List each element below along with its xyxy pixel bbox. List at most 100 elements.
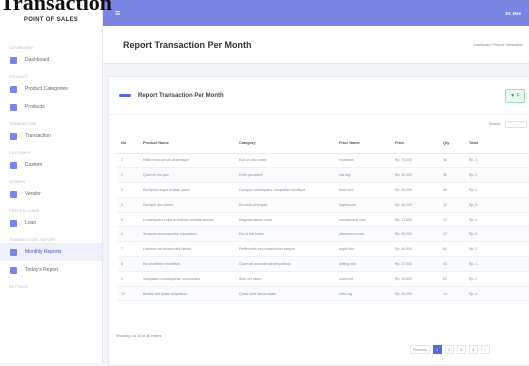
menu-item-icon bbox=[10, 85, 17, 93]
table-header-row: No Product Name Category Price Name Price Qty… bbox=[117, 133, 529, 154]
sidebar-item-custom[interactable]: Custom bbox=[0, 156, 102, 174]
sidebar: POINT OF SALES DASHBOARD Dashboard PRODUCT… bbox=[0, 0, 103, 363]
table-row: 5 Consequatur culpa architecto veritatis … bbox=[117, 212, 529, 228]
table-cell: Laborum ab consecuitur labore bbox=[139, 241, 235, 258]
menu-item-icon bbox=[10, 161, 17, 169]
topbar: ≡ Dr. Dee bbox=[103, 0, 529, 26]
sidebar-item-product-categories[interactable]: Product Categories bbox=[0, 80, 102, 98]
table-cell: rosini.net bbox=[335, 271, 391, 287]
table-cell: Voluptates consequuntur consectetur bbox=[139, 271, 235, 287]
table-cell: Excepturi neque beatae ipsam bbox=[139, 182, 235, 198]
menu-item-icon bbox=[10, 103, 17, 111]
overlay-title: Transaction bbox=[0, 0, 113, 15]
user-menu[interactable]: Dr. Dee bbox=[505, 11, 521, 16]
column-header[interactable]: Price Name bbox=[335, 133, 391, 154]
table-cell: nitra.org bbox=[335, 286, 391, 302]
sidebar-item-products[interactable]: Products bbox=[0, 98, 102, 116]
filter-button[interactable]: ▼ F bbox=[505, 89, 525, 103]
table-cell: Est ut nisi totam bbox=[235, 226, 335, 243]
menu-toggle-icon[interactable]: ≡ bbox=[115, 8, 120, 18]
table-cell: 63 bbox=[439, 241, 465, 258]
sidebar-item-monthly-reports[interactable]: Monthly Reports bbox=[0, 243, 102, 261]
table-cell: Rp. 27.000 bbox=[391, 256, 439, 272]
table-cell: Enim provident bbox=[235, 167, 335, 184]
table-cell: 5 bbox=[117, 212, 139, 228]
menu-item-icon bbox=[10, 266, 17, 274]
table-cell: Eos ut iusto totam bbox=[235, 153, 335, 169]
sidebar-item-todays-report[interactable]: Today's Report bbox=[0, 261, 102, 279]
card-header: Report Transaction Per Month ▼ F bbox=[109, 77, 529, 115]
column-header[interactable]: Qty bbox=[439, 133, 465, 154]
table-cell: 12 bbox=[439, 226, 465, 243]
table-cell: Cumque consequatur voluptatum similique bbox=[235, 182, 335, 198]
table-cell: 3 bbox=[117, 182, 139, 198]
sidebar-item-vendor[interactable]: Vendor bbox=[0, 185, 102, 203]
sidebar-item-label: Product Categories bbox=[25, 86, 68, 92]
page-title: Report Transaction Per Month bbox=[123, 39, 252, 50]
column-header[interactable]: Total bbox=[465, 133, 529, 154]
pagination-page[interactable]: 2 bbox=[444, 345, 454, 354]
table-cell: Cumque quo rerum bbox=[139, 197, 235, 213]
column-header[interactable]: Price bbox=[391, 133, 439, 154]
table-cell: Rp. 30.000 bbox=[391, 226, 439, 243]
column-header[interactable]: No bbox=[117, 133, 139, 154]
sidebar-section-label: SETTINGS bbox=[9, 285, 29, 289]
pagination-page[interactable]: 3 bbox=[456, 345, 466, 354]
table-cell: Rp. 1 bbox=[465, 167, 529, 184]
table-cell: 8 bbox=[117, 256, 139, 272]
table-cell: Quam in est quo bbox=[139, 167, 235, 184]
table-row: 1 Hatit minus ipsum ut similique Eos ut iu… bbox=[117, 153, 529, 169]
pagination-page[interactable]: 1 bbox=[432, 345, 442, 354]
table-cell: nisi.org bbox=[335, 167, 391, 184]
card-title: Report Transaction Per Month bbox=[138, 92, 224, 99]
sidebar-item-dashboard[interactable]: Dashboard bbox=[0, 51, 102, 69]
table-row: 10 Beatae aut quasi voluptatum Quasi sunt … bbox=[117, 286, 529, 302]
menu-item-icon bbox=[10, 219, 17, 227]
sidebar-item-label: Loan bbox=[25, 220, 37, 226]
column-header[interactable]: Product Name bbox=[139, 133, 235, 154]
pagination-previous[interactable]: Previous bbox=[410, 345, 430, 354]
table-cell: Rp. 1 bbox=[465, 182, 529, 198]
table-cell: ketling.info bbox=[335, 256, 391, 272]
table-cell: Rp. 1 bbox=[465, 256, 529, 272]
table-cell: 2 bbox=[117, 167, 139, 184]
table-cell: 56 bbox=[439, 167, 465, 184]
column-header[interactable]: Category bbox=[235, 133, 335, 154]
table-cell: Rp. 30.000 bbox=[391, 286, 439, 302]
table-cell: Rp. 46.000 bbox=[391, 197, 439, 213]
sidebar-section-label: DASHBOARD bbox=[9, 46, 33, 50]
table-cell: Rp. 2 bbox=[465, 241, 529, 258]
sidebar-item-loan[interactable]: Loan bbox=[0, 214, 102, 232]
table-cell: Rp. 30.000 bbox=[391, 182, 439, 198]
search-label: Search: bbox=[488, 122, 501, 126]
table-row: 3 Excepturi neque beatae ipsam Cumque cons… bbox=[117, 182, 529, 198]
table-cell: Rp. 4 bbox=[465, 286, 529, 302]
sidebar-item-transaction[interactable]: Transaction bbox=[0, 127, 102, 145]
table-cell: 1 bbox=[117, 153, 139, 169]
pagination: Previous 1 2 3 4 › bbox=[410, 345, 490, 354]
breadcrumb[interactable]: Dashboard / Report Transaction bbox=[473, 43, 523, 47]
table-cell: Rp. 3 bbox=[465, 153, 529, 169]
table-cell: Rp. 5 bbox=[465, 197, 529, 213]
menu-item-icon bbox=[10, 190, 17, 198]
search-input[interactable] bbox=[505, 120, 527, 128]
table-cell: Tempora consequuntur voluptatum bbox=[139, 226, 235, 243]
sidebar-section-label: TRANSACTIONS REPORT bbox=[9, 238, 56, 242]
table-cell: Est architecto molestias bbox=[139, 256, 235, 272]
table-cell: 7 bbox=[117, 241, 139, 258]
table-cell: 48 bbox=[439, 153, 465, 169]
sidebar-section-label: CUSTOMER bbox=[9, 151, 31, 155]
sidebar-item-label: Products bbox=[25, 104, 45, 110]
table-cell: Rp. 3 bbox=[465, 226, 529, 243]
report-table: No Product Name Category Price Name Price Qty… bbox=[117, 133, 529, 302]
table-cell: Consequatur culpa architecto veritatis v… bbox=[139, 212, 235, 228]
table-cell: Rp. 70.000 bbox=[391, 153, 439, 169]
pagination-next[interactable]: › bbox=[480, 345, 490, 354]
table-row: 6 Tempora consequuntur voluptatum Est ut n… bbox=[117, 226, 529, 243]
table-cell: 12 bbox=[439, 212, 465, 228]
table-row: 7 Laborum ab consecuitur labore Perferendi… bbox=[117, 241, 529, 258]
table-cell: pfannerson.com bbox=[335, 226, 391, 243]
pagination-page[interactable]: 4 bbox=[468, 345, 478, 354]
sidebar-item-label: Vendor bbox=[25, 191, 41, 197]
table-cell: 10 bbox=[117, 286, 139, 302]
